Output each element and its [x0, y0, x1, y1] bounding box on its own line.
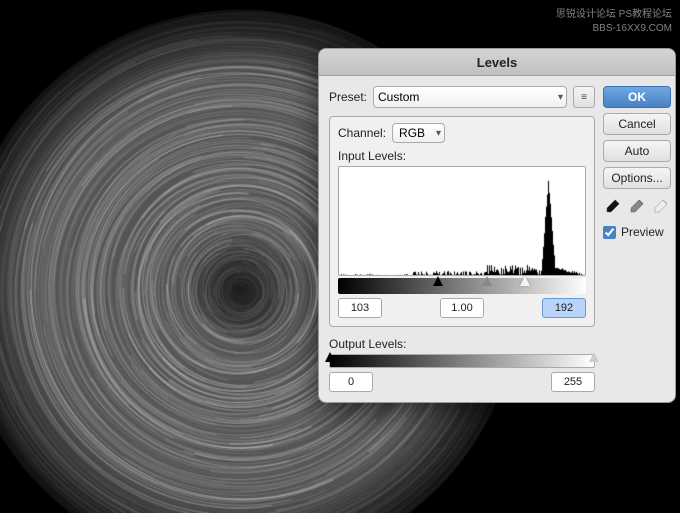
channel-label: Channel: [338, 126, 386, 140]
output-levels-label: Output Levels: [329, 337, 595, 351]
cancel-button[interactable]: Cancel [603, 113, 671, 135]
input-white-value[interactable] [542, 298, 586, 318]
preset-select-wrapper: Custom [373, 86, 567, 108]
histogram-canvas [339, 167, 585, 276]
input-black-value[interactable] [338, 298, 382, 318]
preset-select[interactable]: Custom [373, 86, 567, 108]
preview-row: Preview [603, 225, 671, 239]
dialog-main-content: Preset: Custom ≡ Channel: RGB [329, 86, 595, 392]
output-black-value[interactable] [329, 372, 373, 392]
channel-select[interactable]: RGB [392, 123, 445, 143]
auto-button[interactable]: Auto [603, 140, 671, 162]
options-button[interactable]: Options... [603, 167, 671, 189]
preview-checkbox[interactable] [603, 226, 616, 239]
output-white-handle[interactable] [589, 352, 599, 362]
watermark: 思锐设计论坛 PS教程论坛 BBS-16XX9.COM [556, 8, 672, 36]
gray-eyedropper-icon[interactable] [627, 196, 647, 216]
input-levels-label: Input Levels: [338, 149, 586, 163]
eyedropper-row [603, 196, 671, 216]
input-white-handle[interactable] [520, 276, 530, 286]
input-values-row [338, 298, 586, 318]
input-slider[interactable] [338, 278, 586, 294]
preset-row: Preset: Custom ≡ [329, 86, 595, 108]
preset-label: Preset: [329, 90, 367, 104]
white-eyedropper-icon[interactable] [651, 196, 671, 216]
output-slider[interactable] [329, 354, 595, 368]
output-section: Output Levels: [329, 337, 595, 392]
histogram [338, 166, 586, 276]
preset-options-button[interactable]: ≡ [573, 86, 595, 108]
dialog-title: Levels [319, 49, 675, 76]
input-mid-handle[interactable] [482, 276, 492, 286]
levels-dialog: Levels Preset: Custom ≡ Channel: [318, 48, 676, 403]
input-mid-value[interactable] [440, 298, 484, 318]
preview-label[interactable]: Preview [621, 225, 664, 239]
ok-button[interactable]: OK [603, 86, 671, 108]
black-eyedropper-icon[interactable] [603, 196, 623, 216]
channel-section: Channel: RGB Input Levels: [329, 116, 595, 327]
preset-menu-icon: ≡ [581, 92, 587, 103]
dialog-buttons: OK Cancel Auto Options... [603, 86, 671, 392]
output-white-value[interactable] [551, 372, 595, 392]
channel-select-wrapper: RGB [392, 123, 445, 143]
output-black-handle[interactable] [325, 352, 335, 362]
channel-row: Channel: RGB [338, 123, 586, 143]
output-values-row [329, 372, 595, 392]
input-black-handle[interactable] [433, 276, 443, 286]
